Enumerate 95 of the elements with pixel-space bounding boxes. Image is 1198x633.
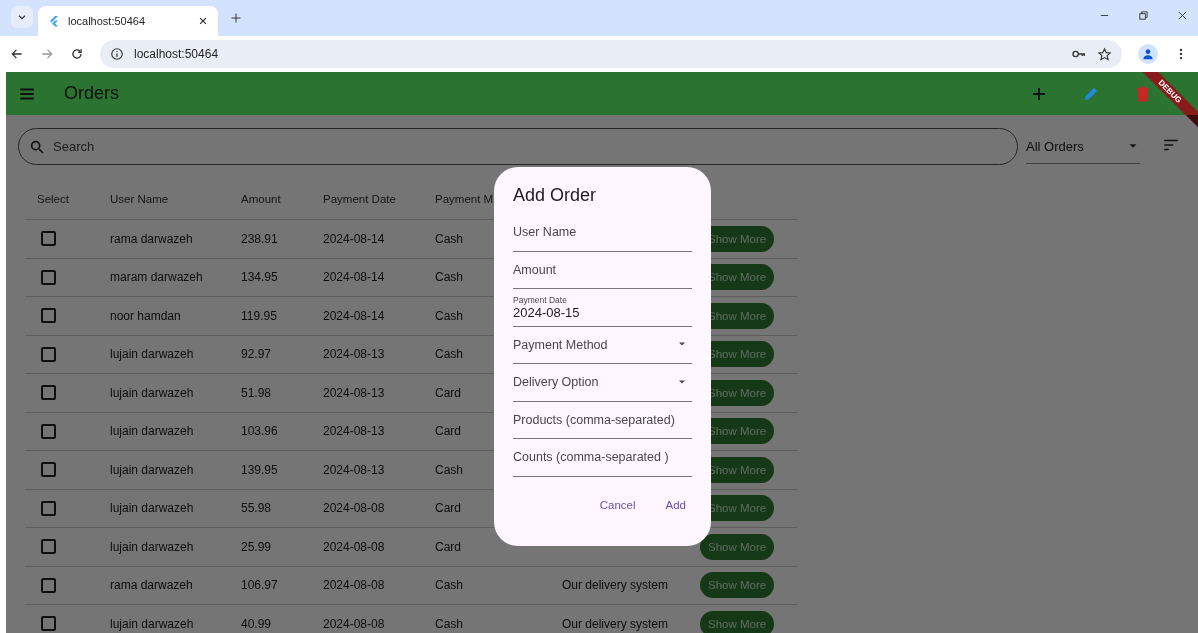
show-more-button[interactable]: Show More [700,610,775,633]
app-title: Orders [64,83,120,104]
table-cell: Card [435,501,461,516]
table-cell: 139.95 [241,462,278,477]
table-cell: 106.97 [241,578,278,593]
table-cell: 2024-08-14 [323,308,385,323]
table-cell-text: Our delivery system [561,616,669,631]
row-checkbox[interactable] [41,346,56,362]
flutter-icon [48,15,60,27]
browser-tab[interactable]: localhost:50464 [38,6,218,36]
dialog-button[interactable]: Add [659,494,692,515]
table-cell: rama darwazeh [110,578,193,593]
dropdown-field[interactable]: Payment Method [513,326,692,364]
search-field[interactable]: Search [18,128,1018,165]
table-cell: 25.99 [241,539,272,554]
table-cell: 2024-08-08 [323,616,385,631]
chevron-down-icon [17,12,27,22]
search-icon [29,139,45,155]
address-bar[interactable]: localhost:50464 [100,40,1122,68]
show-more-button[interactable]: Show More [700,572,775,599]
table-cell: Card [435,424,461,439]
column-header: Payment M [435,193,494,205]
table-cell: 103.96 [241,424,278,439]
table-cell-text: Our delivery system [561,578,669,593]
table-cell: 238.91 [241,231,278,246]
table-cell: 119.95 [241,308,277,323]
table-cell: Cash [435,616,463,631]
table-cell: lujain darwazeh [110,616,194,631]
row-checkbox[interactable] [41,231,56,247]
row-checkbox[interactable] [41,423,56,439]
plus-icon[interactable] [230,12,242,24]
table-cell: Cash [435,462,463,477]
table-cell: 2024-08-13 [323,347,385,362]
row-checkbox[interactable] [41,500,56,516]
column-header: User Name [110,193,169,205]
close-icon[interactable] [198,16,208,26]
table-cell: 92.97 [241,347,272,362]
row-checkbox[interactable] [41,308,56,324]
forward-icon[interactable] [40,47,54,61]
table-cell: 2024-08-14 [323,231,385,246]
table-cell: Cash [435,347,463,362]
column-header: Payment Date [323,193,396,205]
row-checkbox[interactable] [41,462,56,478]
table-cell: maram darwazeh [110,270,203,285]
table-cell: lujain darwazeh [110,347,194,362]
column-header: Amount [241,193,281,205]
input-field[interactable]: Payment Date 2024-08-15 [513,289,692,327]
input-field[interactable]: Counts (comma-separated ) [513,439,692,477]
table-cell: lujain darwazeh [110,424,194,439]
column-header: Select [36,193,69,205]
table-cell: 2024-08-08 [323,578,385,593]
input-field[interactable]: Amount [513,251,692,289]
table-cell: Cash [435,578,463,593]
table-cell: Card [435,539,461,554]
profile-avatar[interactable] [1138,44,1158,64]
star-icon[interactable] [1097,46,1112,62]
table-cell: Cash [435,270,463,285]
row-checkbox[interactable] [41,616,56,632]
reload-icon[interactable] [70,47,84,61]
table-cell: 2024-08-08 [323,539,385,554]
table-cell: noor hamdan [110,308,181,323]
dialog-button[interactable]: Cancel [593,494,642,515]
table-cell: 2024-08-13 [323,385,385,400]
table-cell: Cash [435,308,463,323]
show-more-button[interactable]: Show More [700,533,775,560]
table-cell: Cash [435,231,463,246]
table-cell: 51.98 [241,385,272,400]
input-field[interactable]: User Name [513,214,692,252]
close-icon[interactable] [1177,10,1188,21]
table-cell: 55.98 [241,501,272,516]
back-icon[interactable] [10,47,24,61]
table-cell: 40.99 [241,616,272,631]
person-icon [1141,47,1155,61]
table-cell: Card [435,385,461,400]
table-cell: 2024-08-13 [323,424,385,439]
dropdown-field[interactable]: Delivery Option [513,364,692,402]
table-cell: lujain darwazeh [110,462,194,477]
info-icon[interactable] [110,47,124,61]
table-cell: lujain darwazeh [110,501,194,516]
table-cell: rama darwazeh [110,231,193,246]
dialog-title: Add Order [513,185,598,206]
row-checkbox[interactable] [41,385,56,401]
table-cell: 2024-08-13 [323,462,385,477]
row-checkbox[interactable] [41,269,56,285]
table-cell: 134.95 [241,270,278,285]
table-cell: 2024-08-08 [323,501,385,516]
input-field[interactable]: Products (comma-separated) [513,401,692,439]
restore-icon[interactable] [1138,10,1149,21]
table-cell: lujain darwazeh [110,539,194,554]
table-cell: 2024-08-14 [323,270,385,285]
table-cell: lujain darwazeh [110,385,194,400]
row-checkbox[interactable] [41,577,56,593]
order-filter-dropdown[interactable]: All Orders [1026,129,1140,164]
tab-search-button[interactable] [11,6,33,28]
row-checkbox[interactable] [41,539,56,555]
